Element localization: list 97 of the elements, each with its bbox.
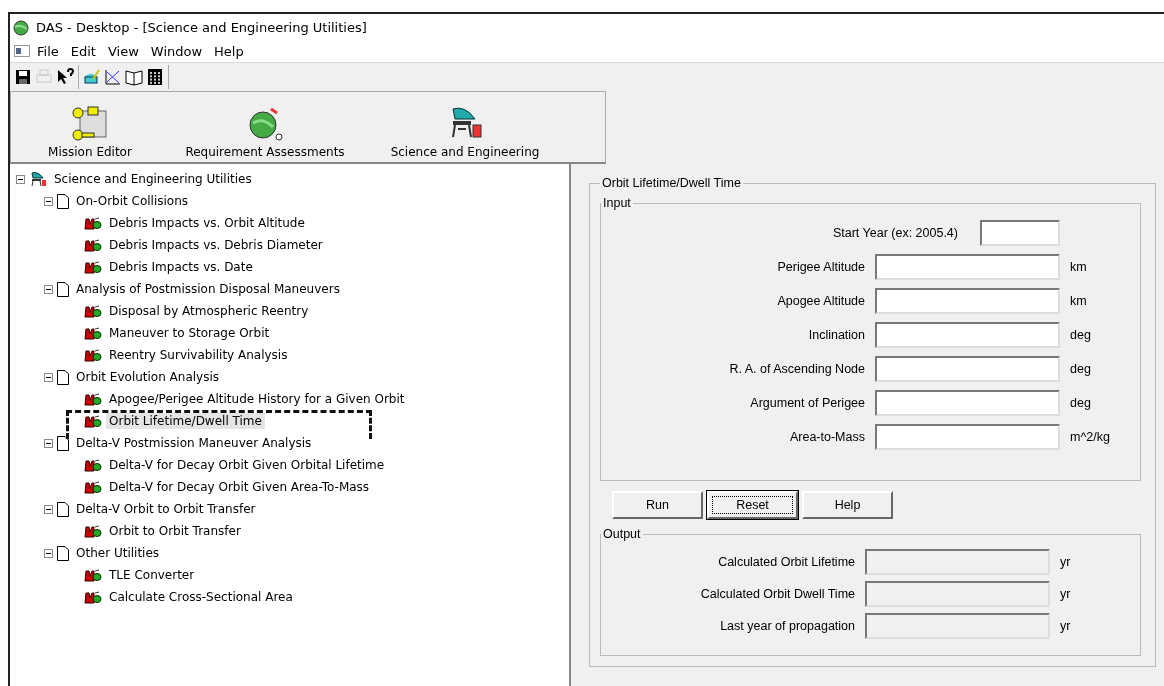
tool-icon [84, 348, 102, 362]
tool-icon [84, 414, 102, 428]
tree-item[interactable]: Delta-V Postmission Maneuver Analysis [73, 435, 315, 451]
collapse-icon[interactable] [44, 438, 53, 448]
module-button[interactable]: Mission Editor [15, 92, 165, 162]
input-field[interactable] [875, 390, 1060, 416]
field-label: Calculated Orbit Dwell Time [699, 587, 855, 601]
tree-item[interactable]: Debris Impacts vs. Orbit Altitude [106, 215, 308, 231]
tree-item[interactable]: Debris Impacts vs. Date [106, 259, 256, 275]
lab-flask-icon [29, 171, 47, 187]
menu-item[interactable]: Edit [65, 43, 101, 59]
field-label: Perigee Altitude [776, 260, 865, 274]
tool-icon [84, 458, 102, 472]
document-icon [57, 193, 69, 209]
globe-icon [12, 18, 30, 36]
tree-item[interactable]: Disposal by Atmospheric Reentry [106, 303, 312, 319]
document-icon [57, 545, 69, 561]
tree-item[interactable]: Reentry Survivability Analysis [106, 347, 291, 363]
document-icon [57, 435, 69, 451]
tool-icon [84, 304, 102, 318]
tool-icon [84, 590, 102, 604]
tree-item[interactable]: On-Orbit Collisions [73, 193, 192, 209]
unit-label: km [1070, 260, 1088, 274]
field-label: Calculated Orbit Lifetime [717, 555, 855, 569]
field-label: Last year of propagation [719, 619, 855, 633]
tree-item[interactable]: TLE Converter [106, 567, 198, 583]
action-button[interactable]: Run [612, 491, 703, 519]
group-title: Output [602, 527, 642, 541]
tool-icon [84, 260, 102, 274]
document-icon [57, 369, 69, 385]
field-label: Argument of Perigee [749, 396, 865, 410]
tool-icon [84, 326, 102, 340]
collapse-icon[interactable] [44, 284, 53, 294]
unit-label: yr [1060, 619, 1072, 633]
tree-item[interactable]: Apogee/Perigee Altitude History for a Given Orbit [106, 391, 408, 407]
tool-icon [84, 392, 102, 406]
tree-item[interactable]: Orbit Evolution Analysis [73, 369, 223, 385]
field-label: R. A. of Ascending Node [728, 362, 865, 376]
action-button[interactable]: Reset [707, 491, 798, 519]
menu-item[interactable]: View [102, 43, 144, 59]
input-field[interactable] [875, 322, 1060, 348]
tree-item[interactable]: Orbit to Orbit Transfer [106, 523, 244, 539]
tree-item[interactable]: Maneuver to Storage Orbit [106, 325, 273, 341]
group-title: Input [602, 196, 632, 210]
book-icon[interactable] [125, 68, 143, 86]
collapse-icon[interactable] [16, 174, 25, 184]
menu-item[interactable]: Window [145, 43, 208, 59]
unit-label: m^2/kg [1070, 430, 1111, 444]
field-label: Inclination [807, 328, 865, 342]
help-pointer-icon[interactable] [56, 68, 74, 86]
input-field[interactable] [980, 220, 1060, 246]
unit-label: km [1070, 294, 1088, 308]
tree-item[interactable]: Orbit Lifetime/Dwell Time [106, 413, 265, 429]
action-button[interactable]: Help [802, 491, 893, 519]
tree-item[interactable]: Calculate Cross-Sectional Area [106, 589, 296, 605]
module-button[interactable]: Requirement Assessments [165, 92, 365, 162]
field-label: Apogee Altitude [776, 294, 865, 308]
collapse-icon[interactable] [44, 372, 53, 382]
checklist-keys-icon [70, 105, 110, 141]
collapse-icon[interactable] [44, 548, 53, 558]
menu-item[interactable]: File [32, 43, 64, 59]
unit-label: yr [1060, 555, 1072, 569]
tree-item[interactable]: Analysis of Postmission Disposal Maneuvers [73, 281, 343, 297]
tree-item[interactable]: Debris Impacts vs. Debris Diameter [106, 237, 326, 253]
input-field[interactable] [875, 254, 1060, 280]
tool-icon [84, 238, 102, 252]
window-menu-icon[interactable] [14, 45, 30, 57]
group-title: Orbit Lifetime/Dwell Time [601, 176, 742, 190]
save-icon[interactable] [14, 68, 32, 86]
module-button[interactable]: Science and Engineering [365, 92, 565, 162]
field-label: Area-to-Mass [788, 430, 865, 444]
unit-label: deg [1070, 396, 1092, 410]
graph-icon[interactable] [104, 68, 122, 86]
tree-item[interactable]: Delta-V for Decay Orbit Given Orbital Lifetime [106, 457, 388, 473]
window-title: DAS - Desktop - [Science and Engineering Utilities] [36, 19, 367, 35]
input-field[interactable] [875, 356, 1060, 382]
field-label: Start Year (ex: 2005.4) [832, 226, 958, 240]
unit-label: deg [1070, 328, 1092, 342]
unit-label: yr [1060, 587, 1072, 601]
tree-item[interactable]: Delta-V Orbit to Orbit Transfer [73, 501, 259, 517]
tool-icon [84, 568, 102, 582]
tool-icon [84, 480, 102, 494]
tree-item[interactable]: Delta-V for Decay Orbit Given Area-To-Mass [106, 479, 373, 495]
collapse-icon[interactable] [44, 196, 53, 206]
tool-icon [84, 216, 102, 230]
document-icon [57, 281, 69, 297]
collapse-icon[interactable] [44, 504, 53, 514]
tool-icon [84, 524, 102, 538]
unit-label: deg [1070, 362, 1092, 376]
menu-item[interactable]: Help [209, 43, 249, 59]
input-field[interactable] [875, 424, 1060, 450]
tree-item[interactable]: Science and Engineering Utilities [51, 171, 255, 187]
tree-item[interactable]: Other Utilities [73, 545, 163, 561]
input-field[interactable] [875, 288, 1060, 314]
document-icon [57, 501, 69, 517]
pencil-tub-icon[interactable] [83, 68, 101, 86]
calculator-icon[interactable] [146, 68, 164, 86]
